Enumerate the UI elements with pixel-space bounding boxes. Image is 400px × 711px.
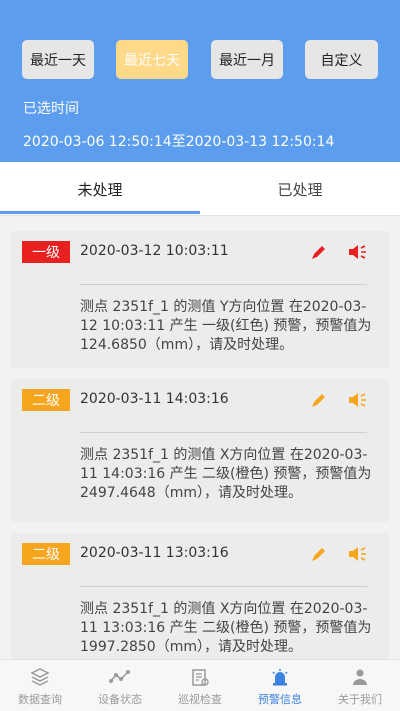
nav-label: 关于我们 bbox=[338, 693, 382, 706]
alert-card[interactable]: 二级 2020-03-11 14:03:16 测点 2351f_1 的测值 X方… bbox=[11, 379, 389, 522]
alert-card[interactable]: 二级 2020-03-11 13:03:16 测点 2351f_1 的测值 X方… bbox=[11, 533, 389, 659]
nav-alerts[interactable]: 预警信息 bbox=[240, 660, 320, 711]
speaker-alarm-icon[interactable] bbox=[347, 241, 369, 263]
speaker-alarm-icon[interactable] bbox=[347, 389, 369, 411]
card-divider bbox=[80, 432, 367, 433]
alert-level-badge: 一级 bbox=[22, 241, 70, 263]
pencil-icon[interactable] bbox=[308, 241, 330, 263]
alert-time: 2020-03-11 14:03:16 bbox=[80, 391, 229, 407]
active-tab-indicator bbox=[0, 211, 200, 214]
nav-device-status[interactable]: 设备状态 bbox=[80, 660, 160, 711]
speaker-alarm-icon[interactable] bbox=[347, 543, 369, 565]
custom-range-button[interactable]: 自定义 bbox=[305, 40, 378, 79]
alert-message: 测点 2351f_1 的测值 X方向位置 在2020-03-11 13:03:1… bbox=[80, 601, 372, 655]
alert-time: 2020-03-12 10:03:11 bbox=[80, 243, 229, 259]
nav-about-us[interactable]: 关于我们 bbox=[320, 660, 400, 711]
nav-inspection[interactable]: 巡视检查 bbox=[160, 660, 240, 711]
nav-label: 巡视检查 bbox=[178, 693, 222, 706]
alarm-icon bbox=[269, 666, 291, 688]
network-icon bbox=[109, 666, 131, 688]
tab-processed[interactable]: 已处理 bbox=[200, 162, 400, 216]
selected-time-label: 已选时间 bbox=[23, 101, 79, 117]
time-filter-header: 最近一天 最近七天 最近一月 自定义 已选时间 2020-03-06 12:50… bbox=[0, 0, 400, 162]
last-seven-days-button[interactable]: 最近七天 bbox=[116, 40, 188, 79]
alert-level-badge: 二级 bbox=[22, 543, 70, 565]
inspection-icon bbox=[189, 666, 211, 688]
last-month-button[interactable]: 最近一月 bbox=[211, 40, 283, 79]
nav-label: 数据查询 bbox=[18, 693, 62, 706]
last-day-button[interactable]: 最近一天 bbox=[22, 40, 94, 79]
nav-data-query[interactable]: 数据查询 bbox=[0, 660, 80, 711]
nav-label: 设备状态 bbox=[98, 693, 142, 706]
person-icon bbox=[349, 666, 371, 688]
card-divider bbox=[80, 284, 367, 285]
alert-list[interactable]: 一级 2020-03-12 10:03:11 测点 2351f_1 的测值 Y方… bbox=[0, 216, 400, 659]
nav-label: 预警信息 bbox=[258, 693, 302, 706]
card-divider bbox=[80, 586, 367, 587]
alert-time: 2020-03-11 13:03:16 bbox=[80, 545, 229, 561]
selected-time-range: 2020-03-06 12:50:14至2020-03-13 12:50:14 bbox=[23, 134, 335, 150]
alert-message: 测点 2351f_1 的测值 X方向位置 在2020-03-11 14:03:1… bbox=[80, 447, 372, 501]
pencil-icon[interactable] bbox=[308, 389, 330, 411]
alert-level-badge: 二级 bbox=[22, 389, 70, 411]
status-tabs: 未处理 已处理 bbox=[0, 162, 400, 216]
tab-unprocessed[interactable]: 未处理 bbox=[0, 162, 200, 216]
bottom-nav: 数据查询 设备状态 巡视检查 预警信息 关于我们 bbox=[0, 659, 400, 711]
alert-message: 测点 2351f_1 的测值 Y方向位置 在2020-03-12 10:03:1… bbox=[80, 299, 372, 353]
pencil-icon[interactable] bbox=[308, 543, 330, 565]
alert-card[interactable]: 一级 2020-03-12 10:03:11 测点 2351f_1 的测值 Y方… bbox=[11, 231, 389, 368]
layers-icon bbox=[29, 666, 51, 688]
